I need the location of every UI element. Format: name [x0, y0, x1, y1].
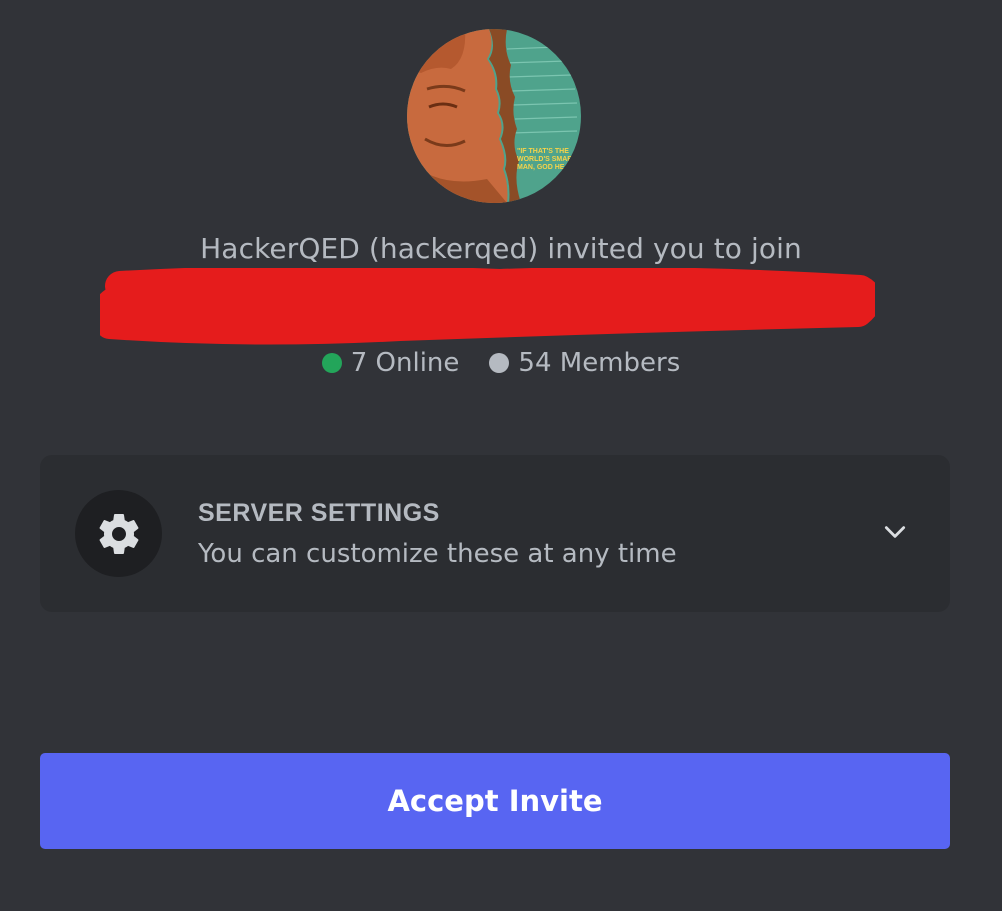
avatar-quote-line: WORLD'S SMART — [517, 156, 577, 163]
gear-icon — [99, 513, 138, 554]
member-status-icon — [489, 353, 510, 373]
member-count: 54 Members — [489, 348, 680, 378]
settings-description: You can customize these at any time — [198, 539, 677, 569]
chevron-down-icon[interactable] — [882, 519, 908, 545]
gear-icon-container — [75, 490, 162, 577]
redaction-mark — [100, 268, 875, 345]
avatar-quote-line: MAN, GOD HE — [517, 164, 565, 171]
settings-title: SERVER SETTINGS — [198, 499, 440, 527]
online-label: 7 Online — [350, 348, 460, 378]
online-status-icon — [321, 353, 342, 373]
online-count: 7 Online — [321, 348, 460, 378]
server-stats: 7 Online 54 Members — [0, 348, 1002, 378]
invite-message: HackerQED (hackerqed) invited you to joi… — [200, 232, 802, 265]
server-settings-card[interactable]: SERVER SETTINGS You can customize these … — [40, 455, 950, 612]
inviter-avatar: "IF THAT'S THE WORLD'S SMART MAN, GOD HE — [407, 29, 581, 203]
members-label: 54 Members — [518, 348, 681, 378]
accept-invite-button[interactable]: Accept Invite — [40, 753, 950, 849]
avatar-quote-line: "IF THAT'S THE — [517, 148, 569, 155]
